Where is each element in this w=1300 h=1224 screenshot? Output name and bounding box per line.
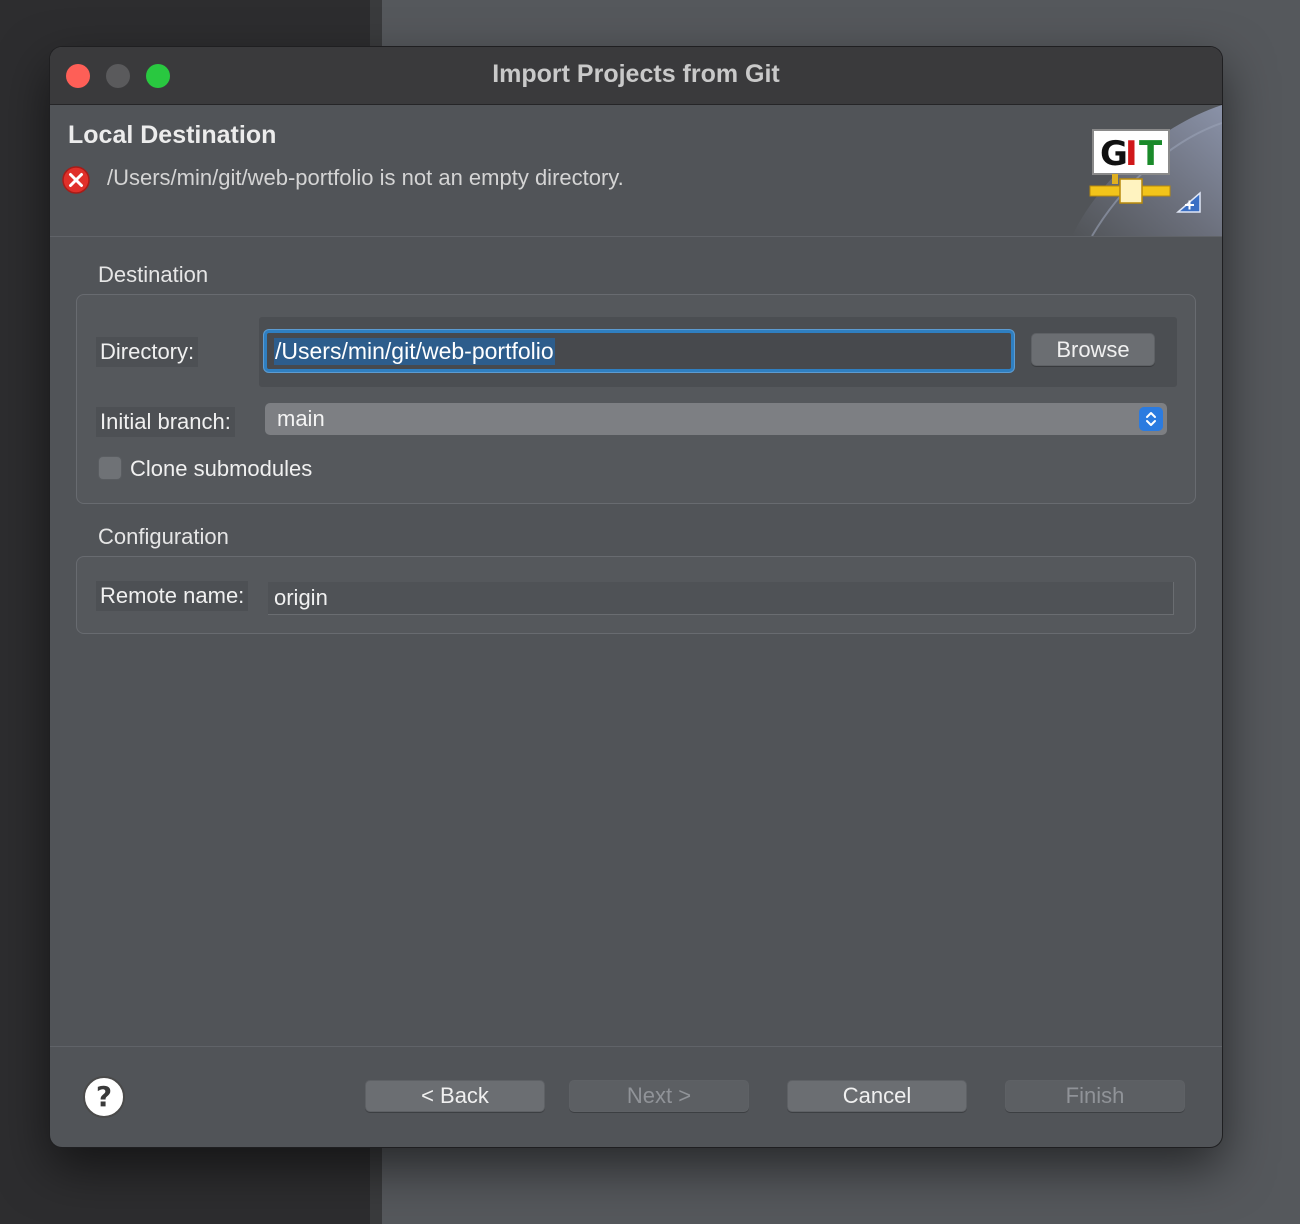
help-icon[interactable]: ?: [83, 1076, 125, 1118]
clone-submodules-label[interactable]: Clone submodules: [130, 456, 312, 482]
svg-text:T: T: [1139, 134, 1163, 174]
remote-name-value: origin: [274, 585, 328, 610]
title-bar: Import Projects from Git: [50, 47, 1222, 105]
directory-label: Directory:: [96, 337, 199, 367]
finish-button[interactable]: Finish: [1005, 1080, 1185, 1112]
directory-input[interactable]: /Users/min/git/web-portfolio: [264, 330, 1014, 372]
cancel-button[interactable]: Cancel: [787, 1080, 967, 1112]
page-title: Local Destination: [68, 121, 277, 149]
back-button[interactable]: < Back: [365, 1080, 545, 1112]
error-icon: [62, 166, 90, 194]
button-bar: ? < Back Next > Cancel Finish: [50, 1046, 1222, 1147]
configuration-section-label: Configuration: [98, 524, 229, 549]
window-title: Import Projects from Git: [492, 60, 780, 88]
browse-button[interactable]: Browse: [1031, 333, 1155, 366]
remote-name-label: Remote name:: [96, 581, 249, 611]
configuration-group: Remote name: origin: [76, 556, 1196, 634]
initial-branch-value: main: [277, 406, 325, 431]
directory-value: /Users/min/git/web-portfolio: [274, 338, 555, 365]
destination-section-label: Destination: [98, 262, 209, 287]
error-message: /Users/min/git/web-portfolio is not an e…: [107, 165, 624, 190]
wizard-header: Local Destination /Users/min/git/web-por…: [50, 105, 1222, 237]
remote-name-input[interactable]: origin: [268, 582, 1174, 615]
next-button[interactable]: Next >: [569, 1080, 749, 1112]
git-letter-g: G: [1100, 134, 1128, 174]
import-dialog: Import Projects from Git Local Destinati…: [50, 47, 1222, 1147]
git-logo-icon: G I T: [1072, 105, 1222, 236]
initial-branch-label: Initial branch:: [96, 407, 235, 437]
select-stepper-icon: [1139, 407, 1163, 431]
initial-branch-select[interactable]: main: [265, 403, 1167, 435]
clone-submodules-checkbox[interactable]: [98, 456, 122, 480]
svg-text:I: I: [1125, 134, 1138, 174]
destination-group: Directory: /Users/min/git/web-portfolio …: [76, 294, 1196, 504]
